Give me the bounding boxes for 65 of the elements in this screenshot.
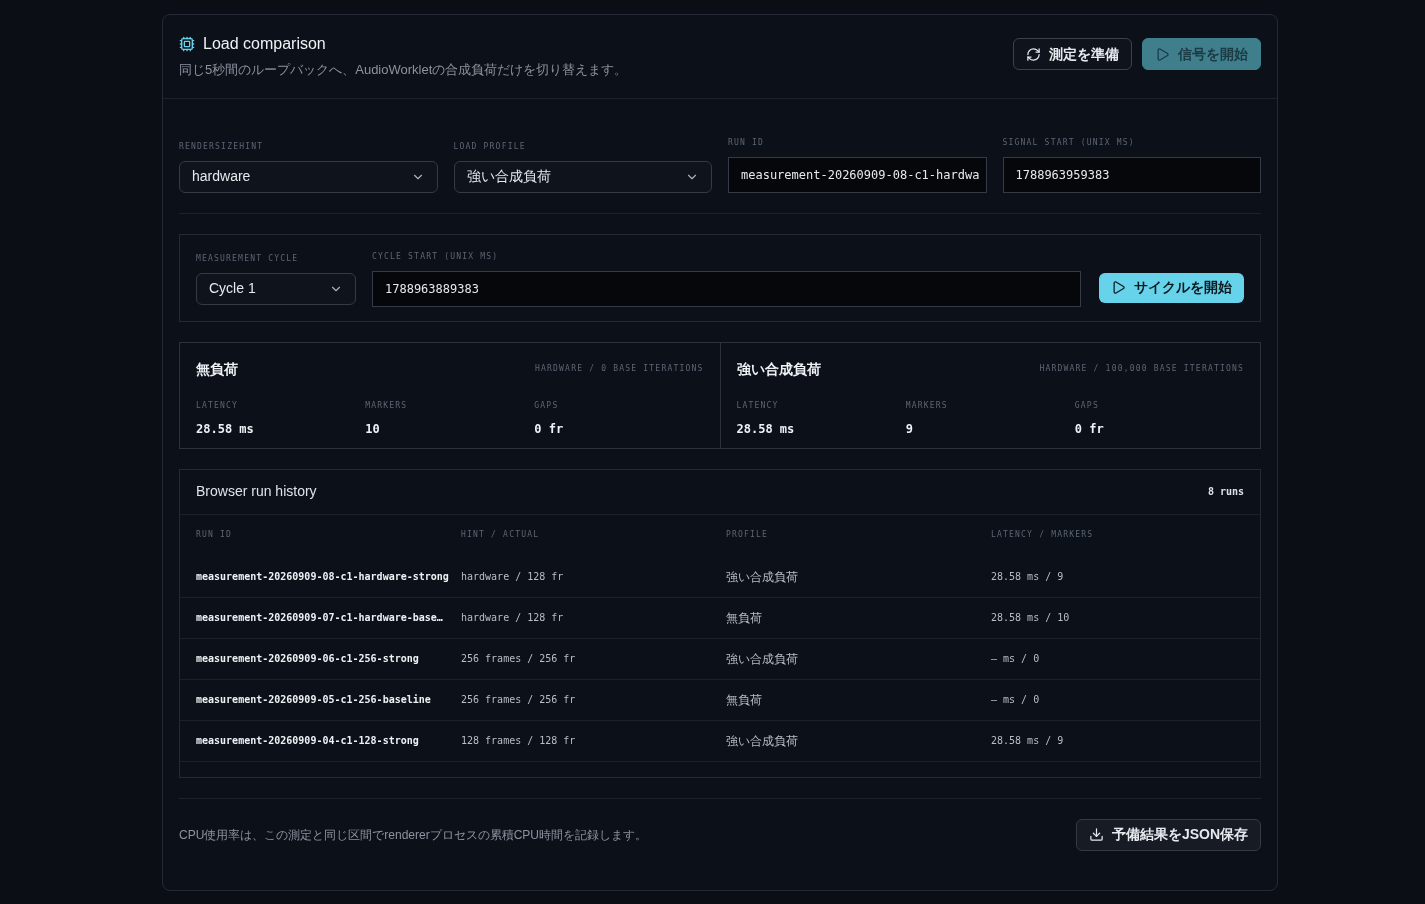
history-title: Browser run history [196, 482, 317, 501]
table-cell-text: 256 frames / 256 fr [461, 652, 577, 666]
table-cell-text: 256 frames / 256 fr [461, 693, 577, 707]
input-field[interactable]: measurement-20260909-08-c1-hardwa [728, 156, 987, 193]
save-json-button[interactable]: 予備結果をJSON保存 [1075, 818, 1261, 851]
column-header: LATENCY / MARKERS [991, 528, 1095, 541]
table-cell-text: 無負荷 [726, 691, 763, 709]
stat-label: LATENCY [196, 399, 240, 412]
table-cell-text: — ms / 0 [991, 693, 1041, 707]
field-label: CYCLE START (UNIX MS) [372, 250, 500, 263]
stat-label: MARKERS [905, 399, 949, 412]
prepare-button[interactable]: 測定を準備 [1013, 38, 1132, 70]
table-cell-text: 強い合成負荷 [726, 650, 799, 668]
stat-label: LATENCY [736, 399, 780, 412]
select-field[interactable]: Cycle 1 [196, 272, 356, 305]
profile-meta: HARDWARE / 0 BASE ITERATIONS [535, 363, 704, 375]
stat-label: MARKERS [365, 399, 409, 412]
profile-name: 強い合成負荷 [736, 359, 821, 379]
panel-title: Load comparison [203, 34, 326, 54]
select-field[interactable]: hardware [179, 160, 438, 193]
download-icon [1088, 827, 1104, 842]
profile-meta: HARDWARE / 100,000 BASE ITERATIONS [1039, 363, 1244, 375]
stat-label: GAPS [1074, 399, 1100, 412]
footer-note: CPU使用率は、この測定と同じ区間でrendererプロセスの累積CPU時間を記録します。 [179, 826, 648, 844]
stat-value: 0 fr [1074, 420, 1105, 438]
column-header: HINT / ACTUAL [461, 528, 541, 541]
table-cell-text: 強い合成負荷 [726, 732, 799, 750]
play-icon [1155, 46, 1170, 62]
table-cell-text: hardware / 128 fr [461, 611, 565, 625]
table-cell-text: 28.58 ms / 9 [991, 570, 1065, 584]
column-header: PROFILE [726, 528, 770, 541]
run-count: 8 runs [1207, 485, 1244, 499]
field-label: MEASUREMENT CYCLE [196, 252, 300, 265]
table-cell-text: measurement-20260909-07-c1-hardware-base… [196, 611, 444, 625]
stat-value: 28.58 ms [736, 420, 796, 438]
stat-label: GAPS [534, 399, 560, 412]
profile-name: 無負荷 [196, 359, 238, 379]
select-field[interactable]: 強い合成負荷 [453, 160, 712, 193]
field-label: SIGNAL START (UNIX MS) [1002, 136, 1136, 149]
input-field[interactable]: 1788963889383 [372, 270, 1081, 307]
panel-subtitle: 同じ5秒間のループバックへ、AudioWorkletの合成負荷だけを切り替えます。 [179, 61, 628, 79]
field-label: LOAD PROFILE [453, 140, 527, 153]
table-cell-text: 128 frames / 128 fr [461, 734, 577, 748]
chip-icon [179, 36, 195, 52]
play-icon [1111, 280, 1126, 295]
table-cell-text: measurement-20260909-05-c1-256-baseline [196, 693, 432, 707]
input-field[interactable]: 1788963959383 [1002, 156, 1261, 193]
table-cell-text: 無負荷 [726, 609, 763, 627]
stat-value: 0 fr [534, 420, 565, 438]
table-cell-text: hardware / 128 fr [461, 570, 565, 584]
table-cell-text: 28.58 ms / 9 [991, 734, 1065, 748]
stat-value: 10 [365, 420, 381, 438]
field-label: RENDERSIZEHINT [179, 140, 265, 153]
table-cell-text: 強い合成負荷 [726, 568, 799, 586]
start-cycle-button[interactable]: サイクルを開始 [1099, 272, 1244, 303]
refresh-icon [1026, 46, 1041, 62]
stat-value: 28.58 ms [196, 420, 255, 438]
table-cell-text: — ms / 0 [991, 652, 1041, 666]
column-header: RUN ID [196, 528, 234, 541]
table-cell-text: measurement-20260909-04-c1-128-strong [196, 734, 420, 748]
table-cell-text: measurement-20260909-06-c1-256-strong [196, 652, 420, 666]
table-cell-text: 28.58 ms / 10 [991, 611, 1071, 625]
field-label: RUN ID [728, 136, 766, 149]
stat-value: 9 [905, 420, 914, 438]
table-cell-text: measurement-20260909-08-c1-hardware-strong [196, 570, 450, 584]
